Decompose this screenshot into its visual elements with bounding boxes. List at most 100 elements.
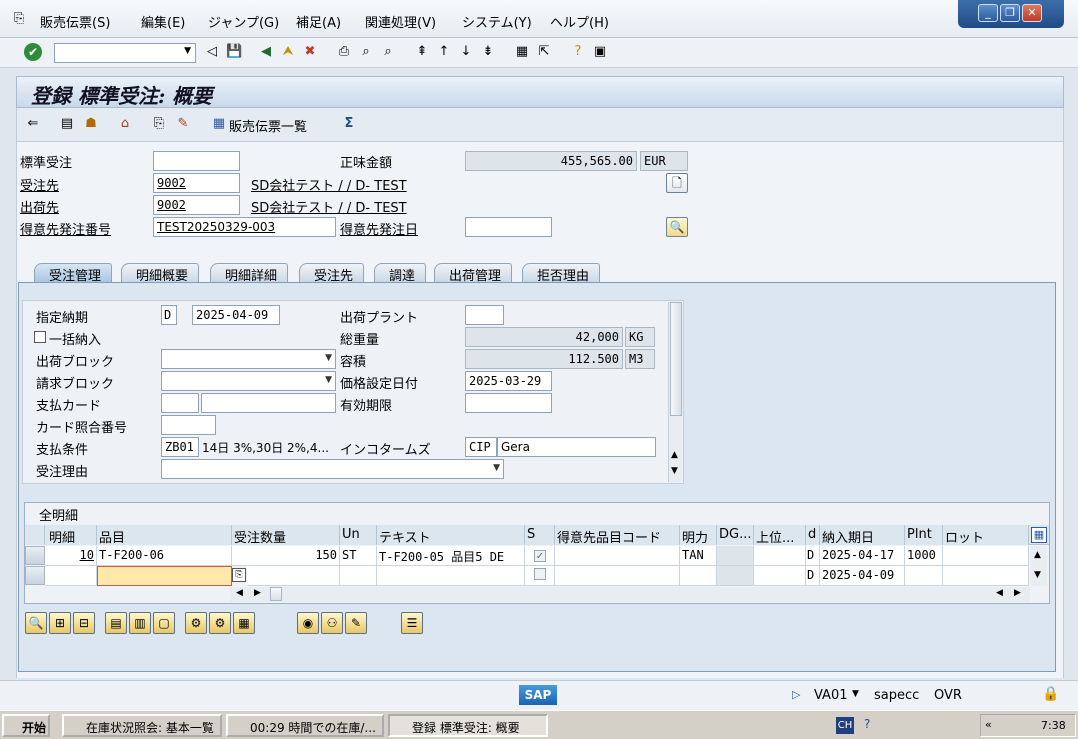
command-field[interactable]: ▼ — [54, 43, 196, 63]
pricing-button[interactable]: ▦ — [233, 612, 255, 634]
req-deliv-period-field[interactable]: D — [161, 305, 177, 325]
col-batch[interactable]: ロット — [943, 525, 1029, 545]
back-icon[interactable]: ◀ — [258, 44, 274, 60]
cell-d[interactable]: D — [806, 546, 820, 566]
first-page-icon[interactable]: ⇞ — [414, 44, 430, 60]
req-deliv-date-field[interactable]: 2025-04-09 — [192, 305, 280, 325]
cell-higher-item[interactable] — [754, 546, 806, 566]
select-all-button[interactable]: ▤ — [105, 612, 127, 634]
status-overview-icon[interactable]: ⌂ — [117, 116, 133, 132]
menu-extras[interactable]: 補足(A) — [296, 12, 341, 31]
window-menu-icon[interactable]: ⎘ — [14, 11, 24, 26]
col-order-qty[interactable]: 受注数量 — [232, 525, 340, 545]
table-scroll-down-icon[interactable]: ▼ — [1034, 570, 1041, 580]
table-scroll-right2-icon[interactable]: ▶ — [1014, 588, 1021, 598]
cell-item-cat[interactable]: TAN — [680, 546, 717, 566]
label-ship-to[interactable]: 出荷先 — [20, 197, 59, 216]
menu-help[interactable]: ヘルプ(H) — [550, 12, 609, 31]
incoterms-location-field[interactable]: Gera — [497, 437, 656, 457]
label-sold-to[interactable]: 受注先 — [20, 175, 59, 194]
col-deliv-date[interactable]: 納入期日 — [820, 525, 905, 545]
col-d[interactable]: d — [806, 525, 820, 545]
table-row[interactable]: ⎘ D 2025-04-09 — [25, 566, 1029, 586]
cell-plant[interactable] — [905, 566, 943, 586]
cell-batch[interactable] — [943, 546, 1029, 566]
display-icon[interactable]: 🔍 — [666, 217, 688, 237]
availability-button[interactable]: ⚙ — [209, 612, 231, 634]
select-block-button[interactable]: ▥ — [129, 612, 151, 634]
cell-item[interactable]: 10 — [45, 546, 97, 566]
row-selector[interactable] — [25, 566, 45, 585]
start-button[interactable]: 开始 — [2, 714, 50, 737]
tab-sales[interactable]: 受注管理 — [34, 263, 113, 284]
row-selector[interactable] — [25, 546, 45, 565]
cust-po-date-field[interactable] — [465, 217, 552, 237]
business-partner-icon[interactable]: ☗ — [83, 116, 99, 132]
col-s[interactable]: S — [525, 525, 555, 545]
taskbar-task-create-order[interactable]: 登録 標準受注: 概要 — [388, 714, 548, 737]
find-next-icon[interactable]: ⌕ — [380, 44, 396, 60]
address-icon[interactable]: 🗋 — [666, 173, 688, 193]
col-material[interactable]: 品目 — [97, 525, 232, 545]
cell-unit[interactable] — [340, 566, 377, 586]
header-select-all[interactable] — [25, 525, 45, 545]
tab-reason-for-rejection[interactable]: 拒否理由 — [522, 263, 601, 284]
minimize-icon[interactable]: _ — [978, 4, 998, 22]
payment-card-type-field[interactable] — [161, 393, 199, 413]
table-row[interactable]: 10 T-F200-06 150 ST T-F200-05 品目5 DE ✓ T… — [25, 546, 1029, 566]
menu-edit[interactable]: 編集(E) — [141, 12, 185, 31]
order-reason-dropdown[interactable] — [161, 459, 504, 479]
scroll-down-icon[interactable]: ▼ — [671, 466, 678, 476]
help-tray-icon[interactable]: ? — [864, 717, 870, 731]
cell-material-active-input[interactable] — [97, 566, 232, 586]
cancel-icon[interactable]: ✖ — [302, 44, 318, 60]
f4-help-icon[interactable]: ⎘ — [232, 568, 246, 582]
shortcut-icon[interactable]: ⇱ — [536, 44, 552, 60]
menu-environment[interactable]: 関連処理(V) — [365, 12, 436, 31]
scroll-up-icon[interactable]: ▲ — [671, 450, 678, 460]
texts-button[interactable]: ✎ — [345, 612, 367, 634]
display-doc-flow-icon[interactable]: ⇐ — [25, 116, 41, 132]
cell-plant[interactable]: 1000 — [905, 546, 943, 566]
cell-cust-material[interactable] — [555, 546, 680, 566]
complete-delivery-checkbox[interactable] — [34, 331, 46, 343]
standard-order-field[interactable] — [153, 151, 240, 171]
col-cust-material[interactable]: 得意先品目コード — [555, 525, 680, 545]
menu-goto[interactable]: ジャンプ(G) — [208, 12, 279, 31]
col-plant[interactable]: Plnt — [905, 525, 943, 545]
cell-order-qty[interactable] — [247, 566, 340, 586]
ship-to-field[interactable]: 9002 — [153, 195, 240, 215]
next-page-icon[interactable]: ↓ — [458, 44, 474, 60]
create-session-icon[interactable]: ▦ — [514, 44, 530, 60]
sales-doc-list-button[interactable]: 販売伝票一覧 — [229, 116, 307, 135]
find-icon[interactable]: ⌕ — [358, 44, 374, 60]
sum-icon[interactable]: Σ — [341, 116, 357, 132]
delete-row-button[interactable]: ⊟ — [73, 612, 95, 634]
cell-item-cat[interactable] — [680, 566, 717, 586]
cell-d[interactable]: D — [806, 566, 820, 586]
deselect-all-button[interactable]: ▢ — [153, 612, 175, 634]
schedule-lines-button[interactable]: ◉ — [297, 612, 319, 634]
col-item-cat[interactable]: 明力 — [680, 525, 717, 545]
cell-text[interactable]: T-F200-05 品目5 DE — [377, 546, 525, 566]
status-expand-icon[interactable]: ▷ — [792, 688, 800, 701]
ship-to-name[interactable]: SD会社テスト / / D- TEST — [251, 197, 407, 216]
cell-unit[interactable]: ST — [340, 546, 377, 566]
table-hscroll-thumb[interactable] — [270, 587, 282, 601]
cell-deliv-date[interactable]: 2025-04-09 — [820, 566, 905, 586]
table-scroll-left-icon[interactable]: ◀ — [236, 588, 243, 598]
layout-menu-icon[interactable]: ▣ — [592, 44, 608, 60]
help-icon[interactable]: ? — [570, 44, 586, 60]
payment-card-number-field[interactable] — [201, 393, 336, 413]
cell-batch[interactable] — [943, 566, 1029, 586]
cell-material[interactable]: T-F200-06 — [97, 546, 232, 566]
table-scroll-up-icon[interactable]: ▲ — [1034, 550, 1041, 560]
fields-scrollbar[interactable]: ▲ ▼ — [668, 302, 682, 482]
delivery-plant-field[interactable] — [465, 305, 504, 325]
s-checkbox-checked[interactable]: ✓ — [534, 550, 546, 562]
cell-item[interactable] — [45, 566, 97, 586]
card-verif-field[interactable] — [161, 415, 216, 435]
command-dropdown-icon[interactable]: ▼ — [184, 46, 191, 56]
col-higher-item[interactable]: 上位... — [754, 525, 806, 545]
item-detail-button[interactable]: 🔍 — [25, 612, 47, 634]
